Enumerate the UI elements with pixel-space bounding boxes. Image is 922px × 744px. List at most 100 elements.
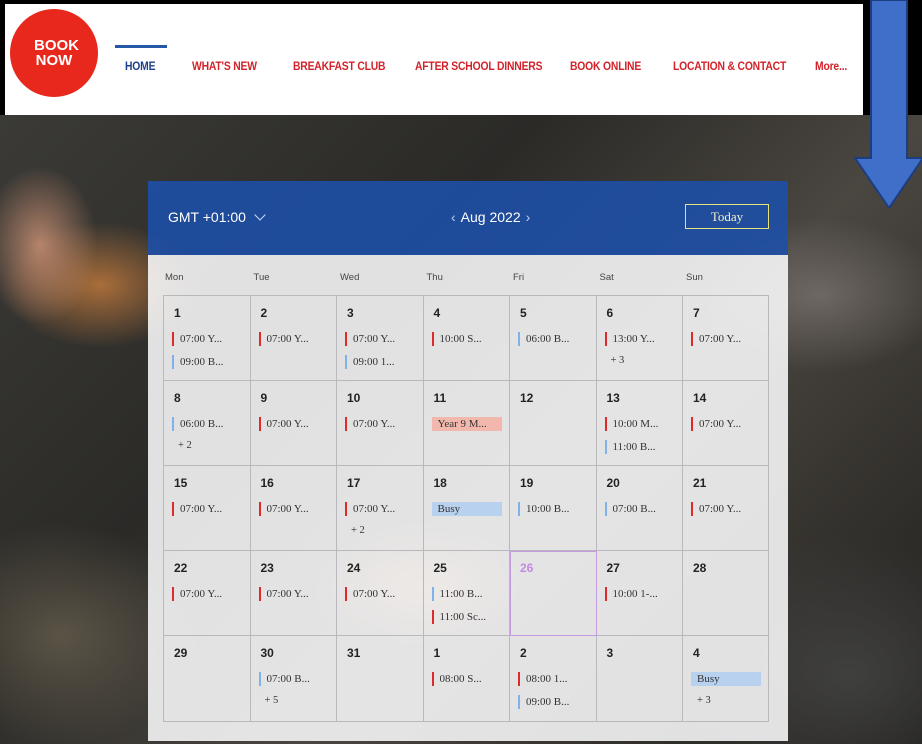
calendar-event[interactable]: 07:00 Y... [172, 502, 242, 516]
day-cell[interactable]: 4 10:00 S... [423, 296, 510, 381]
calendar-event[interactable]: 07:00 Y... [172, 332, 242, 346]
day-cell[interactable]: 10 07:00 Y... [337, 381, 424, 466]
calendar-event[interactable]: 06:00 B... [172, 417, 242, 431]
day-number: 14 [693, 391, 707, 405]
calendar-event[interactable]: 08:00 S... [431, 672, 502, 686]
calendar-event[interactable]: Busy [431, 502, 502, 516]
calendar-event[interactable]: 07:00 Y... [258, 417, 329, 431]
calendar-event[interactable]: 07:00 Y... [172, 587, 242, 601]
day-cell[interactable]: 21 07:00 Y... [683, 466, 768, 551]
day-cell[interactable]: 19 10:00 B... [510, 466, 597, 551]
day-cell[interactable]: 12 [510, 381, 597, 466]
prev-month-icon[interactable]: ‹ [451, 209, 456, 225]
calendar-event[interactable]: 08:00 1... [518, 672, 588, 686]
day-cell[interactable]: 3 07:00 Y... 09:00 1... [337, 296, 424, 381]
day-cell[interactable]: 2 08:00 1... 09:00 B... [510, 636, 597, 721]
calendar-event[interactable]: 07:00 Y... [345, 332, 415, 346]
calendar-event[interactable]: 07:00 Y... [345, 417, 415, 431]
day-cell[interactable]: 6 13:00 Y... + 3 [596, 296, 683, 381]
calendar-event[interactable]: 11:00 Sc... [431, 610, 502, 624]
day-cell[interactable]: 9 07:00 Y... [250, 381, 337, 466]
calendar-event[interactable]: 07:00 Y... [691, 417, 761, 431]
calendar-event[interactable]: 09:00 B... [518, 695, 588, 709]
day-number: 7 [693, 306, 700, 320]
more-events-link[interactable]: + 3 [697, 695, 711, 706]
day-cell[interactable]: 14 07:00 Y... [683, 381, 768, 466]
calendar-event[interactable]: 09:00 B... [172, 355, 242, 369]
day-cell[interactable]: 8 06:00 B... + 2 [164, 381, 251, 466]
day-number: 13 [606, 391, 620, 405]
day-cell[interactable]: 1 07:00 Y... 09:00 B... [164, 296, 251, 381]
day-cell[interactable]: 13 10:00 M... 11:00 B... [596, 381, 683, 466]
day-cell[interactable]: 24 07:00 Y... [337, 551, 424, 636]
calendar-event[interactable]: 13:00 Y... [604, 332, 675, 346]
more-events-link[interactable]: + 2 [178, 440, 192, 451]
more-events-link[interactable]: + 3 [611, 355, 625, 366]
day-cell[interactable]: 11 Year 9 M... [423, 381, 510, 466]
calendar-event[interactable]: 11:00 B... [431, 587, 502, 601]
nav-more[interactable]: More... [815, 61, 847, 73]
more-events-link[interactable]: + 2 [351, 525, 365, 536]
calendar-event[interactable]: 10:00 M... [604, 417, 675, 431]
book-now-label: BOOK NOW [34, 37, 79, 69]
calendar-event[interactable]: 10:00 S... [431, 332, 502, 346]
day-cell[interactable]: 1 08:00 S... [424, 636, 510, 721]
calendar-event[interactable]: 07:00 Y... [258, 587, 329, 601]
calendar-event[interactable]: 06:00 B... [518, 332, 588, 346]
day-cell[interactable]: 30 07:00 B... + 5 [251, 636, 337, 721]
day-cell[interactable]: 22 07:00 Y... [164, 551, 251, 636]
calendar-event[interactable]: 07:00 Y... [691, 502, 761, 516]
calendar-event[interactable]: 07:00 Y... [258, 332, 329, 346]
weekday-header: Thu [426, 272, 443, 283]
calendar-event[interactable]: Busy [691, 672, 761, 686]
calendar-event[interactable]: 10:00 B... [518, 502, 588, 516]
day-cell[interactable]: 5 06:00 B... [510, 296, 597, 381]
day-cell[interactable]: 20 07:00 B... [596, 466, 683, 551]
calendar-event[interactable]: 10:00 1-... [604, 587, 675, 601]
day-cell[interactable]: 2 07:00 Y... [250, 296, 337, 381]
calendar-event[interactable]: 07:00 B... [258, 672, 329, 686]
weekday-header: Sat [599, 272, 614, 283]
calendar-event[interactable]: 11:00 B... [604, 440, 675, 454]
day-cell[interactable]: 17 07:00 Y... + 2 [337, 466, 424, 551]
calendar-event[interactable]: 07:00 Y... [691, 332, 761, 346]
day-cell[interactable]: 7 07:00 Y... [683, 296, 768, 381]
day-number: 10 [347, 391, 361, 405]
nav-location-contact[interactable]: LOCATION & CONTACT [673, 61, 786, 73]
calendar-event[interactable]: 09:00 1... [345, 355, 415, 369]
nav-whats-new[interactable]: WHAT'S NEW [192, 61, 257, 73]
nav-breakfast-club[interactable]: BREAKFAST CLUB [293, 61, 386, 73]
today-button[interactable]: Today [685, 204, 769, 229]
book-now-badge[interactable]: BOOK NOW [13, 12, 95, 94]
day-cell[interactable]: 29 [164, 636, 251, 721]
day-number: 17 [347, 476, 361, 490]
day-number: 20 [606, 476, 620, 490]
calendar-event[interactable]: Year 9 M... [431, 417, 502, 431]
day-cell[interactable]: 26 [510, 551, 597, 636]
nav-book-online[interactable]: BOOK ONLINE [570, 61, 641, 73]
more-events-link[interactable]: + 5 [265, 695, 279, 706]
month-label: Aug 2022 [460, 209, 521, 225]
day-cell[interactable]: 23 07:00 Y... [250, 551, 337, 636]
day-cell[interactable]: 16 07:00 Y... [250, 466, 337, 551]
active-nav-indicator [115, 45, 167, 48]
day-cell[interactable]: 31 [337, 636, 424, 721]
day-number: 30 [260, 646, 274, 660]
calendar-event[interactable]: 07:00 Y... [345, 587, 415, 601]
day-cell[interactable]: 28 [683, 551, 768, 636]
calendar-event[interactable]: 07:00 Y... [258, 502, 329, 516]
day-cell[interactable]: 25 11:00 B... 11:00 Sc... [423, 551, 510, 636]
day-cell[interactable]: 18 Busy [423, 466, 510, 551]
next-month-icon[interactable]: › [526, 209, 531, 225]
day-cell[interactable]: 3 [597, 636, 683, 721]
day-number: 3 [347, 306, 354, 320]
day-cell[interactable]: 4 Busy + 3 [683, 636, 768, 721]
nav-home[interactable]: HOME [125, 61, 156, 73]
day-cell[interactable]: 27 10:00 1-... [596, 551, 683, 636]
nav-after-school-dinners[interactable]: AFTER SCHOOL DINNERS [415, 61, 543, 73]
timezone-selector[interactable]: GMT +01:00 [168, 209, 266, 225]
calendar-event[interactable]: 07:00 B... [604, 502, 675, 516]
day-number: 21 [693, 476, 707, 490]
calendar-event[interactable]: 07:00 Y... [345, 502, 415, 516]
day-cell[interactable]: 15 07:00 Y... [164, 466, 251, 551]
